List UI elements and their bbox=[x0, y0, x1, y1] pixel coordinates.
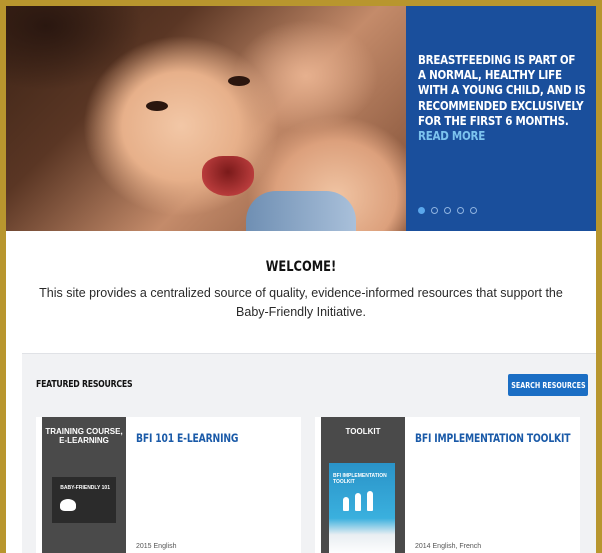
figure-icon bbox=[343, 497, 349, 511]
hero-text-panel: Breastfeeding is part of a normal, healt… bbox=[406, 6, 596, 231]
carousel-dot-5[interactable] bbox=[470, 207, 477, 214]
baby-eye bbox=[146, 101, 168, 111]
welcome-title: WELCOME! bbox=[265, 259, 337, 275]
hero-image-baby bbox=[6, 6, 406, 231]
resource-meta: 2015 English bbox=[136, 543, 177, 550]
figure-icon bbox=[367, 491, 373, 511]
search-resources-label: SEARCH RESOURCES bbox=[510, 380, 586, 390]
resource-thumbnail[interactable]: TOOLKIT BFI IMPLEMENTATION TOOLKIT bbox=[321, 417, 405, 553]
baby-mouth bbox=[202, 156, 254, 196]
featured-resources-title: FEATURED RESOURCES bbox=[36, 379, 133, 390]
cover-label: BABY-FRIENDLY 101 bbox=[60, 485, 110, 491]
resource-title-link[interactable]: BFI IMPLEMENTATION TOOLKIT bbox=[415, 431, 571, 445]
resource-card[interactable]: TOOLKIT BFI IMPLEMENTATION TOOLKIT BFI I… bbox=[315, 417, 580, 553]
resource-title-link[interactable]: BFI 101 E-LEARNING bbox=[136, 431, 238, 445]
welcome-section: WELCOME! This site provides a centralize… bbox=[6, 258, 596, 322]
baby-eye bbox=[228, 76, 250, 86]
welcome-body: This site provides a centralized source … bbox=[39, 286, 563, 319]
hero-message: Breastfeeding is part of a normal, healt… bbox=[418, 52, 586, 143]
carousel-dot-2[interactable] bbox=[431, 207, 438, 214]
resource-card[interactable]: TRAINING COURSE, E-LEARNING BABY-FRIENDL… bbox=[36, 417, 301, 553]
toolkit-cover-image: BFI IMPLEMENTATION TOOLKIT bbox=[329, 463, 395, 553]
resource-meta: 2014 English, French bbox=[415, 543, 482, 550]
baby-sleeve bbox=[246, 191, 356, 231]
bfi-101-cover-image: BABY-FRIENDLY 101 bbox=[52, 477, 116, 523]
carousel-dot-4[interactable] bbox=[457, 207, 464, 214]
carousel-dot-3[interactable] bbox=[444, 207, 451, 214]
resource-type: TRAINING COURSE, E-LEARNING bbox=[45, 427, 123, 445]
resource-type: TOOLKIT bbox=[345, 427, 381, 436]
page-frame: Breastfeeding is part of a normal, healt… bbox=[0, 0, 602, 553]
carousel-dots bbox=[418, 207, 477, 214]
hero-carousel: Breastfeeding is part of a normal, healt… bbox=[6, 6, 596, 231]
carousel-dot-1[interactable] bbox=[418, 207, 425, 214]
read-more-link[interactable]: READ MORE bbox=[418, 128, 485, 143]
resource-thumbnail[interactable]: TRAINING COURSE, E-LEARNING BABY-FRIENDL… bbox=[42, 417, 126, 553]
figure-icon bbox=[355, 493, 361, 511]
hero-message-text: Breastfeeding is part of a normal, healt… bbox=[418, 52, 586, 128]
search-resources-button[interactable]: SEARCH RESOURCES bbox=[508, 374, 588, 396]
featured-resources-section: FEATURED RESOURCES SEARCH RESOURCES TRAI… bbox=[22, 353, 596, 553]
baby-icon bbox=[60, 499, 76, 511]
cover-label: BFI IMPLEMENTATION TOOLKIT bbox=[333, 473, 387, 485]
